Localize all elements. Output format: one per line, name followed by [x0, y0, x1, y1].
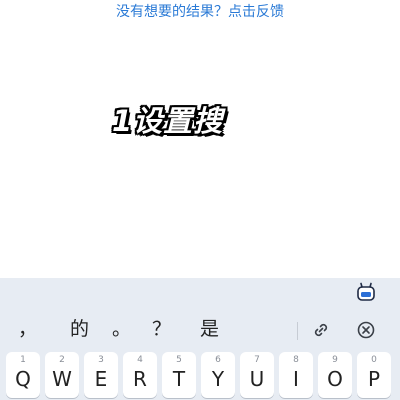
feedback-link[interactable]: 没有想要的结果？点击反馈 [0, 3, 400, 21]
key-label: E [94, 367, 108, 391]
link-icon[interactable] [311, 320, 331, 340]
key-t[interactable]: 5 T [162, 352, 196, 398]
keyboard-row-qwerty: 1 Q 2 W 3 E 4 R 5 T 6 Y 7 U 8 I 9 O 0 P [0, 352, 400, 400]
key-label: W [52, 367, 72, 391]
close-circle-icon[interactable] [356, 320, 376, 340]
key-hint: 8 [293, 355, 299, 365]
candidate-bar: ， 的 。 ？ 是 [0, 312, 400, 346]
key-hint: 9 [332, 355, 338, 365]
candidate-divider [297, 322, 298, 340]
key-hint: 7 [254, 355, 260, 365]
candidate-de[interactable]: 的 [70, 316, 89, 342]
key-label: Y [211, 367, 225, 391]
candidate-question[interactable]: ？ [152, 316, 171, 342]
key-hint: 1 [20, 355, 26, 365]
key-i[interactable]: 8 I [279, 352, 313, 398]
key-label: U [249, 367, 265, 391]
key-label: Q [15, 367, 31, 391]
key-q[interactable]: 1 Q [6, 352, 40, 398]
key-y[interactable]: 6 Y [201, 352, 235, 398]
key-r[interactable]: 4 R [123, 352, 157, 398]
key-w[interactable]: 2 W [45, 352, 79, 398]
key-hint: 4 [137, 355, 143, 365]
key-label: R [133, 367, 147, 391]
overlay-caption: 1设置搜 [112, 104, 224, 138]
key-label: P [367, 367, 381, 391]
key-label: I [293, 367, 299, 391]
candidate-shi[interactable]: 是 [200, 316, 219, 342]
candidate-comma[interactable]: ， [18, 316, 37, 342]
keyboard-mascot-icon[interactable] [356, 282, 376, 302]
key-hint: 6 [215, 355, 221, 365]
key-o[interactable]: 9 O [318, 352, 352, 398]
candidate-period[interactable]: 。 [112, 316, 131, 342]
key-label: T [172, 367, 186, 391]
key-p[interactable]: 0 P [357, 352, 391, 398]
key-u[interactable]: 7 U [240, 352, 274, 398]
key-hint: 3 [98, 355, 104, 365]
key-hint: 0 [371, 355, 377, 365]
keyboard-top-bar [0, 278, 400, 312]
key-hint: 5 [176, 355, 182, 365]
key-label: O [327, 367, 343, 391]
key-hint: 2 [59, 355, 65, 365]
soft-keyboard: ， 的 。 ？ 是 1 Q 2 W 3 E 4 R 5 T 6 Y 7 U 8 … [0, 278, 400, 400]
key-e[interactable]: 3 E [84, 352, 118, 398]
